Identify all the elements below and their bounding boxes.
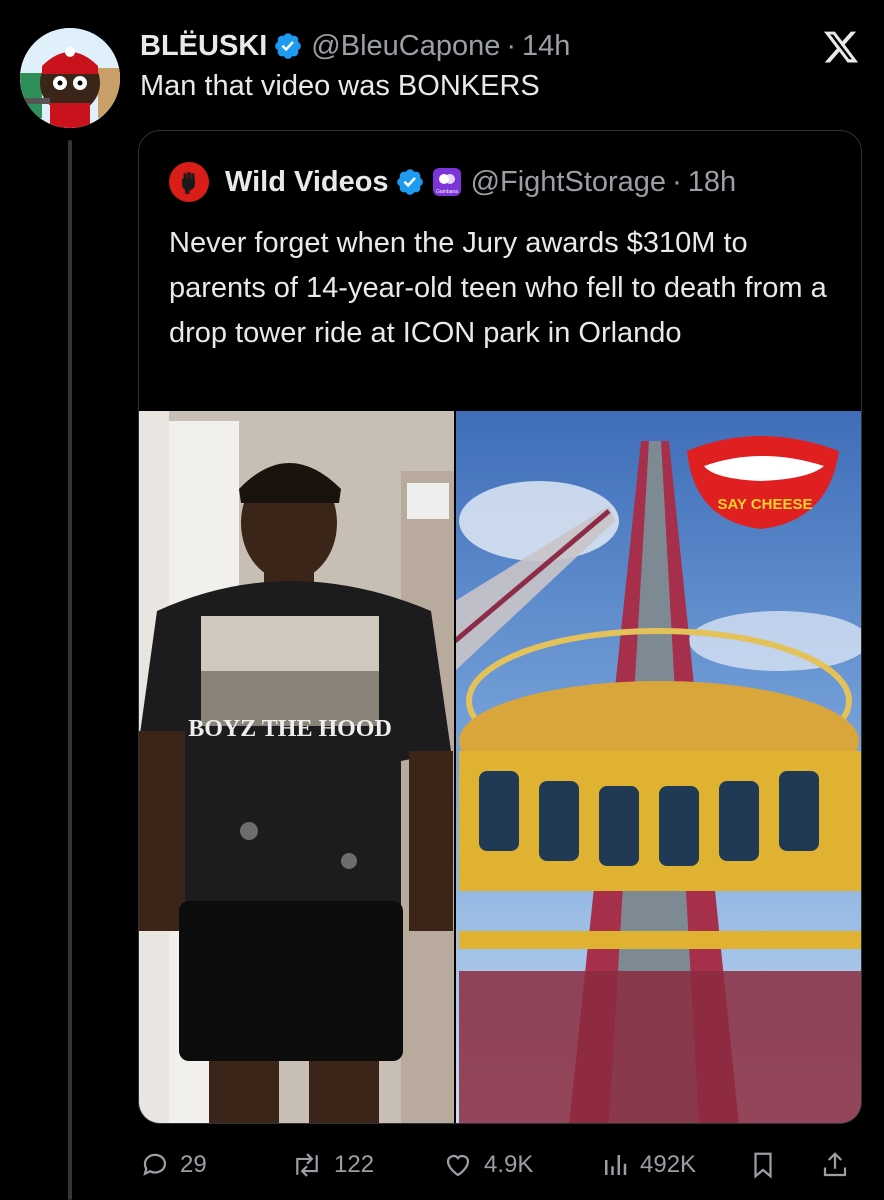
- repost-count: 122: [334, 1151, 375, 1178]
- repost-button[interactable]: 122: [290, 1144, 374, 1186]
- avatar[interactable]: [20, 28, 120, 128]
- timestamp[interactable]: 14h: [522, 30, 570, 63]
- quote-media[interactable]: BOYZ THE HOOD SAY CHEESE: [139, 411, 861, 1123]
- tweet-text: Man that video was BONKERS: [140, 70, 540, 102]
- fist-icon: [181, 172, 195, 194]
- thread-line: [68, 140, 72, 1200]
- author-name[interactable]: BLËUSKI: [140, 30, 267, 63]
- avatar-image: [20, 28, 120, 128]
- repost-icon: [296, 1153, 318, 1177]
- separator: ·: [672, 165, 682, 198]
- tweet-header: BLËUSKI @BleuCapone · 14h: [140, 26, 864, 66]
- views-count: 492K: [640, 1151, 697, 1178]
- quote-avatar[interactable]: [169, 162, 209, 202]
- shirt-text: BOYZ THE HOOD: [188, 716, 392, 742]
- reply-count: 29: [180, 1151, 207, 1178]
- like-count: 4.9K: [484, 1151, 534, 1178]
- right-photo: SAY CHEESE: [453, 411, 861, 1123]
- separator: ·: [506, 29, 517, 62]
- bookmark-icon: [754, 1152, 772, 1179]
- share-button[interactable]: [820, 1144, 860, 1186]
- bookmark-button[interactable]: [748, 1144, 788, 1186]
- like-icon: [446, 1154, 470, 1177]
- verified-icon: [395, 167, 425, 197]
- like-button[interactable]: 4.9K: [442, 1144, 533, 1186]
- views-button[interactable]: 492K: [600, 1144, 696, 1186]
- quote-timestamp[interactable]: 18h: [688, 166, 736, 199]
- reply-icon: [143, 1153, 167, 1176]
- x-logo-icon: [822, 28, 860, 66]
- share-icon: [823, 1152, 847, 1177]
- say-cheese-text: SAY CHEESE: [717, 496, 812, 513]
- views-icon: [605, 1155, 627, 1175]
- affiliation-badge[interactable]: Gambana: [432, 168, 461, 196]
- quote-text: Never forget when the Jury awards $310M …: [169, 227, 827, 349]
- quote-author-name[interactable]: Wild Videos: [225, 166, 389, 199]
- affiliation-badge-label: Gambana: [436, 189, 458, 195]
- verified-icon: [273, 31, 303, 61]
- quote-author-handle[interactable]: @FightStorage: [471, 166, 666, 199]
- reply-button[interactable]: 29: [140, 1144, 207, 1186]
- quote-header: Wild Videos Gambana @FightStorage · 18h: [169, 161, 736, 203]
- left-photo: BOYZ THE HOOD: [139, 411, 455, 1123]
- quote-tweet-card[interactable]: Wild Videos Gambana @FightStorage · 18h …: [138, 130, 862, 1124]
- author-handle[interactable]: @BleuCapone: [311, 30, 500, 63]
- action-bar: 29 122 4.9K 492K: [140, 1144, 864, 1186]
